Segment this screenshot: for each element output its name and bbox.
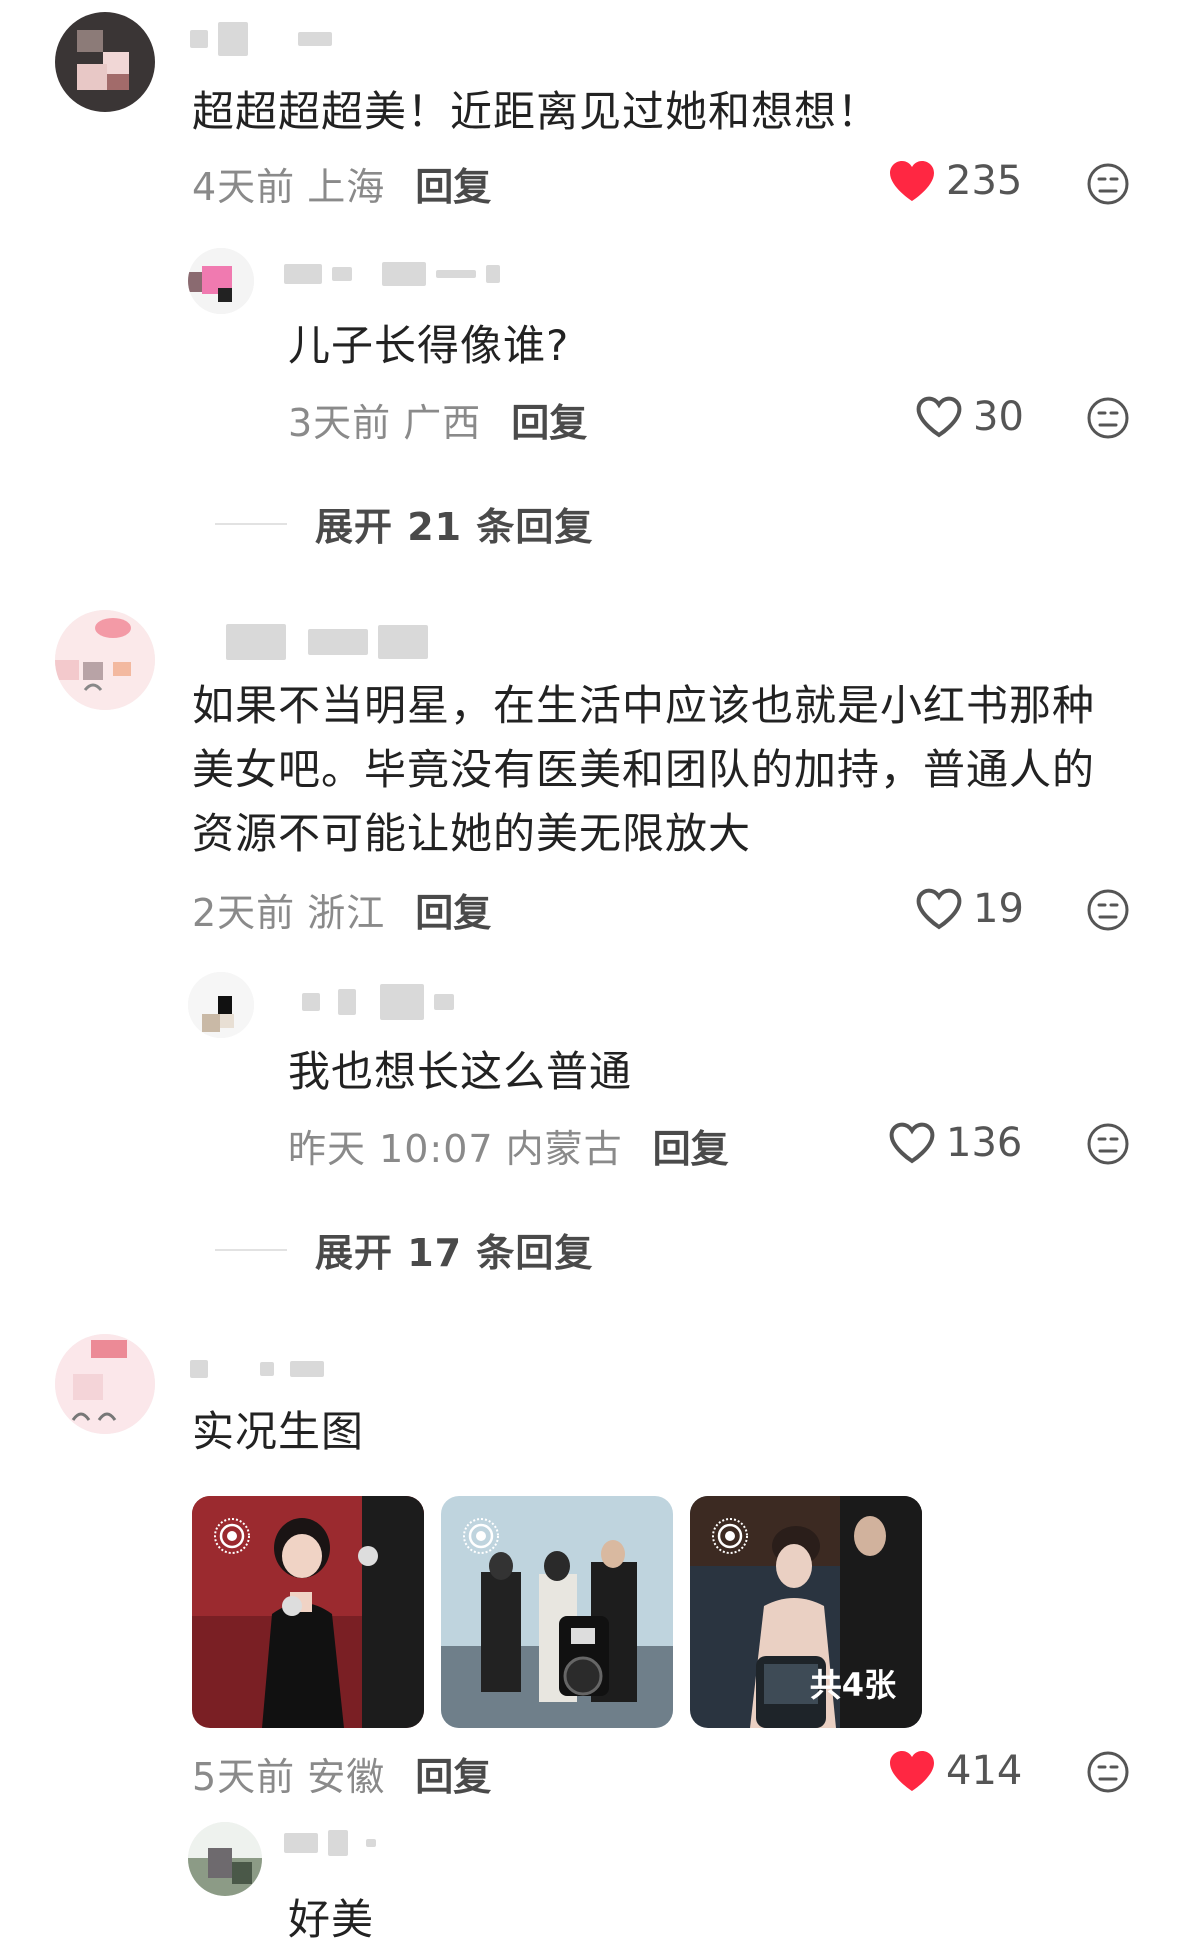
live-photo-icon xyxy=(463,1518,499,1554)
reply-username[interactable] xyxy=(284,1830,376,1856)
comment-meta: 4天前 上海 回复 xyxy=(192,156,491,211)
reply-username[interactable] xyxy=(284,262,500,286)
expand-replies[interactable]: 展开 17 条回复 xyxy=(215,1222,593,1277)
reply-location: 广西 xyxy=(403,401,482,445)
reply-location: 内蒙古 xyxy=(505,1127,623,1171)
comment-text: 实况生图 xyxy=(192,1407,365,1456)
live-photo-thumbnail[interactable] xyxy=(441,1496,673,1728)
like-button[interactable]: 30 xyxy=(915,394,1024,440)
comment-time: 4天前 xyxy=(192,165,296,209)
expand-replies-label[interactable]: 展开 21 条回复 xyxy=(315,496,593,551)
comment-time: 5天前 xyxy=(192,1755,296,1799)
comment-text-line: 如果不当明星，在生活中应该也就是小红书那种 xyxy=(192,681,1096,730)
avatar[interactable] xyxy=(55,610,155,710)
heart-filled-icon xyxy=(890,161,934,201)
live-photo-icon xyxy=(214,1518,250,1554)
comment-meta: 5天前 安徽 回复 xyxy=(192,1746,491,1801)
reply-button[interactable]: 回复 xyxy=(653,1118,729,1173)
emoji-reaction-icon[interactable] xyxy=(1086,888,1130,932)
comment-time: 2天前 xyxy=(192,891,296,935)
like-button[interactable]: 414 xyxy=(888,1748,1022,1794)
like-button[interactable]: 19 xyxy=(915,886,1024,932)
comment-location: 安徽 xyxy=(307,1755,386,1799)
live-photo-thumbnail[interactable] xyxy=(192,1496,424,1728)
like-count: 19 xyxy=(973,886,1024,932)
avatar[interactable] xyxy=(55,12,155,112)
comment-location: 浙江 xyxy=(307,891,386,935)
avatar[interactable] xyxy=(55,1334,155,1434)
reply-button[interactable]: 回复 xyxy=(415,882,491,937)
reply-meta: 昨天 10:07 内蒙古 回复 xyxy=(288,1118,729,1173)
divider xyxy=(215,522,287,525)
reply-button[interactable]: 回复 xyxy=(415,156,491,211)
heart-filled-icon xyxy=(890,1751,934,1791)
reply-avatar[interactable] xyxy=(188,1822,262,1896)
divider xyxy=(215,1248,287,1251)
reply-time: 昨天 10:07 xyxy=(288,1127,494,1171)
comment-text: 如果不当明星，在生活中应该也就是小红书那种 美女吧。毕竟没有医美和团队的加持，普… xyxy=(192,674,1095,866)
like-count: 414 xyxy=(946,1748,1023,1794)
reply-avatar[interactable] xyxy=(188,248,254,314)
heart-outline-icon xyxy=(889,1122,935,1164)
comment-meta: 2天前 浙江 回复 xyxy=(192,882,491,937)
expand-replies-label[interactable]: 展开 17 条回复 xyxy=(315,1222,593,1277)
emoji-reaction-icon[interactable] xyxy=(1086,1750,1130,1794)
reply-username[interactable] xyxy=(302,984,454,1020)
reply-button[interactable]: 回复 xyxy=(511,392,587,447)
emoji-reaction-icon[interactable] xyxy=(1086,162,1130,206)
username[interactable] xyxy=(226,624,428,660)
reply-time: 3天前 xyxy=(288,401,392,445)
comment-text-line: 资源不可能让她的美无限放大 xyxy=(192,809,752,858)
live-photo-thumbnail[interactable]: 共4张 xyxy=(690,1496,922,1728)
username[interactable] xyxy=(190,22,332,56)
reply-text: 好美 xyxy=(288,1895,375,1944)
expand-replies[interactable]: 展开 21 条回复 xyxy=(215,496,593,551)
comment-text: 超超超超美！近距离见过她和想想！ xyxy=(192,87,881,136)
emoji-reaction-icon[interactable] xyxy=(1086,396,1130,440)
reply-button[interactable]: 回复 xyxy=(415,1746,491,1801)
emoji-reaction-icon[interactable] xyxy=(1086,1122,1130,1166)
like-button[interactable]: 235 xyxy=(888,158,1022,204)
reply-avatar[interactable] xyxy=(188,972,254,1038)
heart-outline-icon xyxy=(916,396,962,438)
reply-meta: 3天前 广西 回复 xyxy=(288,392,587,447)
comment-location: 上海 xyxy=(307,165,386,209)
reply-text: 儿子长得像谁? xyxy=(288,321,570,370)
like-count: 136 xyxy=(946,1120,1023,1166)
live-photo-icon xyxy=(712,1518,748,1554)
like-count: 30 xyxy=(973,394,1024,440)
comment-text-line: 美女吧。毕竟没有医美和团队的加持，普通人的 xyxy=(192,745,1096,794)
heart-outline-icon xyxy=(916,888,962,930)
reply-text: 我也想长这么普通 xyxy=(288,1047,633,1096)
like-button[interactable]: 136 xyxy=(888,1120,1022,1166)
like-count: 235 xyxy=(946,158,1023,204)
image-count-badge: 共4张 xyxy=(809,1666,896,1704)
username[interactable] xyxy=(190,1360,324,1378)
